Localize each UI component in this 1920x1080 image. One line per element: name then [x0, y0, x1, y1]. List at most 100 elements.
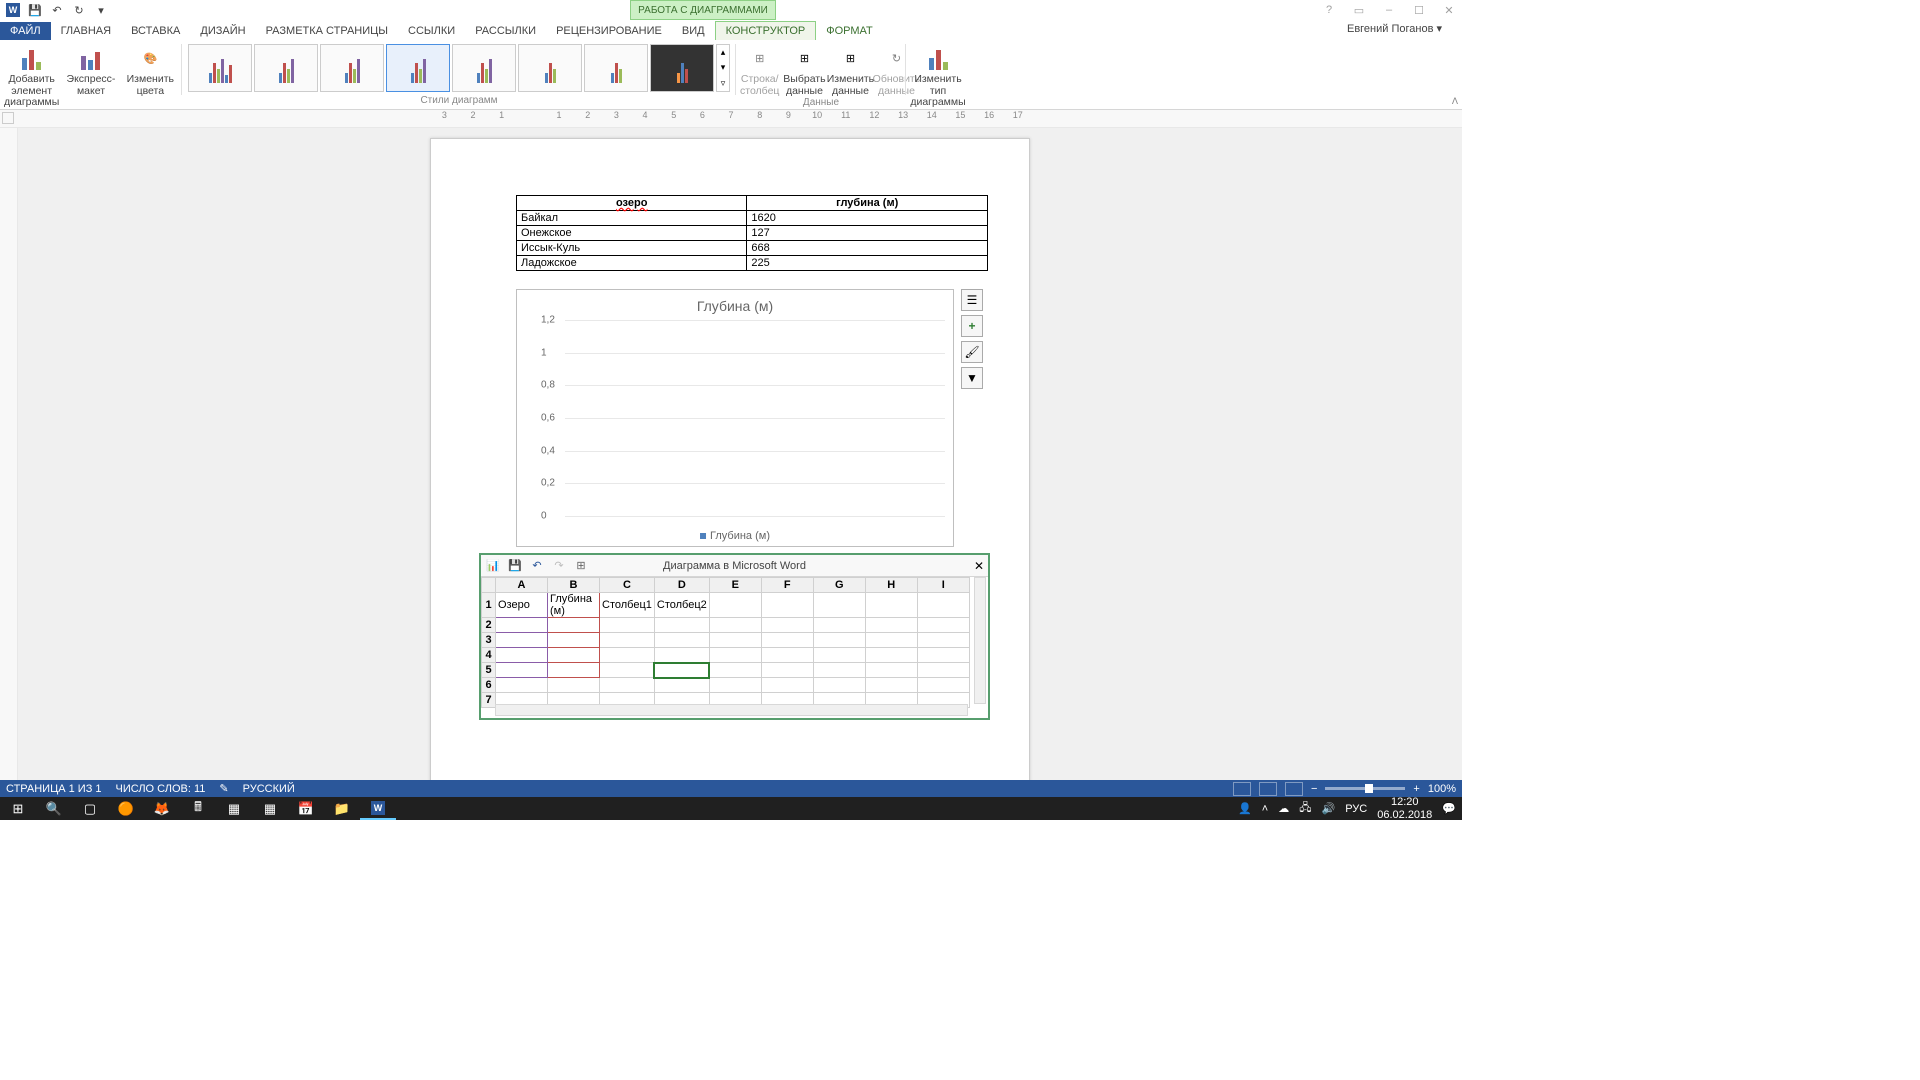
tray-chevron-up-icon[interactable]: ˄ [1262, 803, 1268, 815]
start-button[interactable]: ⊞ [0, 797, 36, 820]
document-page[interactable]: озероглубина (м) Байкал1620 Онежское127 … [430, 138, 1030, 790]
taskbar-yandex-icon[interactable]: 🟠 [108, 797, 144, 820]
ds-cell[interactable]: Столбец2 [654, 593, 709, 618]
select-data-button[interactable]: ⊞Выбрать данные [783, 42, 825, 97]
chart-style-3[interactable] [320, 44, 384, 92]
ds-cell[interactable] [865, 593, 917, 618]
zoom-in-icon[interactable]: + [1413, 783, 1419, 795]
ds-col-C[interactable]: C [600, 578, 655, 593]
status-words[interactable]: ЧИСЛО СЛОВ: 11 [116, 783, 206, 795]
search-icon[interactable]: 🔍 [36, 797, 72, 820]
tab-home[interactable]: ГЛАВНАЯ [51, 22, 121, 40]
tray-notifications-icon[interactable]: 💬 [1442, 802, 1456, 815]
status-proofing-icon[interactable]: ✎ [219, 782, 228, 795]
redo-icon[interactable]: ↻ [70, 1, 88, 19]
gallery-more-button[interactable]: ▴▾▿ [716, 44, 730, 92]
chart-data-editor[interactable]: 📊 💾 ↶ ↷ ⊞ Диаграмма в Microsoft Word ✕ A… [479, 553, 990, 720]
ds-cell[interactable] [709, 593, 761, 618]
ds-col-A[interactable]: A [496, 578, 548, 593]
ds-col-G[interactable]: G [813, 578, 865, 593]
chart-style-6[interactable] [518, 44, 582, 92]
ds-active-cell[interactable] [654, 663, 709, 678]
tab-page-layout[interactable]: РАЗМЕТКА СТРАНИЦЫ [256, 22, 398, 40]
taskbar-app-icon[interactable]: ▦ [216, 797, 252, 820]
tab-view[interactable]: ВИД [672, 22, 715, 40]
tray-network-icon[interactable]: 🖧 [1299, 799, 1311, 818]
view-print-layout[interactable] [1259, 782, 1277, 796]
tab-references[interactable]: ССЫЛКИ [398, 22, 465, 40]
tab-mailings[interactable]: РАССЫЛКИ [465, 22, 546, 40]
tray-ime[interactable]: РУС [1345, 803, 1367, 815]
tray-clock[interactable]: 12:2006.02.2018 [1377, 796, 1432, 820]
add-chart-element-button[interactable]: Добавить элемент диаграммы [4, 42, 59, 109]
taskbar-explorer-icon[interactable]: 📁 [324, 797, 360, 820]
status-language[interactable]: РУССКИЙ [243, 783, 295, 795]
chart-styles-gallery[interactable]: ▴▾▿ [186, 42, 732, 94]
taskbar-calculator-icon[interactable]: 🖩 [180, 797, 216, 820]
view-web-layout[interactable] [1285, 782, 1303, 796]
task-view-icon[interactable]: ▢ [72, 797, 108, 820]
status-page[interactable]: СТРАНИЦА 1 ИЗ 1 [6, 783, 102, 795]
scrollbar-vertical[interactable] [1446, 128, 1462, 790]
ds-scrollbar-vertical[interactable] [974, 577, 986, 704]
view-read-mode[interactable] [1233, 782, 1251, 796]
chart-style-5[interactable] [452, 44, 516, 92]
ds-cell[interactable]: Озеро [496, 593, 548, 618]
qat-customize-icon[interactable]: ▾ [92, 1, 110, 19]
ds-undo-icon[interactable]: ↶ [529, 558, 545, 574]
minimize-icon[interactable]: – [1378, 1, 1400, 19]
zoom-slider[interactable] [1325, 787, 1405, 790]
tray-people-icon[interactable]: 👤 [1238, 802, 1252, 815]
chart-layout-options-icon[interactable]: ☰ [961, 289, 983, 311]
ds-cell[interactable]: Глубина (м) [548, 593, 600, 618]
tab-constructor[interactable]: КОНСТРУКТОР [715, 21, 817, 40]
ribbon-options-icon[interactable]: ▭ [1348, 1, 1370, 19]
change-chart-type-button[interactable]: Изменить тип диаграммы [910, 42, 966, 109]
tab-format[interactable]: ФОРМАТ [816, 22, 883, 40]
chart-area[interactable]: Глубина (м) 1,2 1 0,8 0,6 0,4 0,2 0 Глуб… [516, 289, 954, 547]
ds-scrollbar-horizontal[interactable] [495, 704, 968, 716]
ds-edit-excel-icon[interactable]: ⊞ [573, 558, 589, 574]
zoom-out-icon[interactable]: − [1311, 783, 1317, 795]
chart-legend[interactable]: Глубина (м) [700, 530, 770, 542]
chart-style-8[interactable] [650, 44, 714, 92]
ds-redo-icon[interactable]: ↷ [551, 558, 567, 574]
chart-style-7[interactable] [584, 44, 648, 92]
ds-col-E[interactable]: E [709, 578, 761, 593]
chart-style-1[interactable] [188, 44, 252, 92]
change-colors-button[interactable]: 🎨 Изменить цвета [123, 42, 178, 97]
save-icon[interactable]: 💾 [26, 1, 44, 19]
taskbar-app-icon[interactable]: ▦ [252, 797, 288, 820]
ds-row-1[interactable]: 1 [482, 593, 496, 618]
ds-cell[interactable]: Столбец1 [600, 593, 655, 618]
ds-cell[interactable] [761, 593, 813, 618]
ds-select-all[interactable] [482, 578, 496, 593]
tray-volume-icon[interactable]: 🔊 [1322, 802, 1336, 815]
chart-elements-icon[interactable]: + [961, 315, 983, 337]
ds-close-icon[interactable]: ✕ [974, 559, 984, 573]
help-icon[interactable]: ? [1318, 1, 1340, 19]
quick-layout-button[interactable]: Экспресс-макет [63, 42, 118, 97]
ds-cell[interactable] [813, 593, 865, 618]
chart-style-4[interactable] [386, 44, 450, 92]
ds-save-icon[interactable]: 💾 [507, 558, 523, 574]
tab-review[interactable]: РЕЦЕНЗИРОВАНИЕ [546, 22, 672, 40]
chart-filters-icon[interactable]: ▼ [961, 367, 983, 389]
ds-col-I[interactable]: I [917, 578, 969, 593]
ruler-horizontal[interactable]: 321 12 345 678 91011 121314 151617 [0, 110, 1462, 128]
taskbar-calendar-icon[interactable]: 📅 [288, 797, 324, 820]
collapse-ribbon-icon[interactable]: ᐱ [1452, 96, 1458, 107]
tab-design[interactable]: ДИЗАЙН [190, 22, 255, 40]
user-account[interactable]: Евгений Поганов ▾ [1347, 22, 1442, 35]
ds-cell[interactable] [917, 593, 969, 618]
chart-style-2[interactable] [254, 44, 318, 92]
taskbar-firefox-icon[interactable]: 🦊 [144, 797, 180, 820]
ds-col-B[interactable]: B [548, 578, 600, 593]
zoom-level[interactable]: 100% [1428, 783, 1456, 795]
tab-insert[interactable]: ВСТАВКА [121, 22, 190, 40]
edit-data-button[interactable]: ⊞Изменить данные [829, 42, 871, 97]
close-icon[interactable]: ✕ [1438, 1, 1460, 19]
undo-icon[interactable]: ↶ [48, 1, 66, 19]
tab-file[interactable]: ФАЙЛ [0, 22, 51, 40]
ruler-vertical[interactable] [0, 128, 18, 790]
